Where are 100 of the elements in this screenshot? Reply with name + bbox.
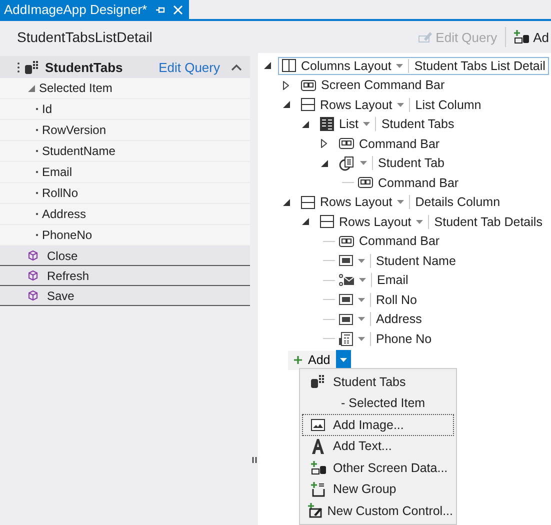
tree-node[interactable]: Student Name xyxy=(335,252,460,270)
data-group-row[interactable]: Selected Item xyxy=(0,78,250,99)
add-dropdown-button[interactable] xyxy=(336,350,352,370)
node-type-label: List xyxy=(339,117,358,132)
textbox-icon xyxy=(339,294,353,306)
rows-icon xyxy=(301,98,315,112)
data-source-header[interactable]: StudentTabs Edit Query xyxy=(0,56,250,78)
collection-icon xyxy=(25,60,40,74)
expand-icon[interactable] xyxy=(321,160,328,167)
node-name: Student Tabs List Detail xyxy=(414,58,546,73)
node-type-label: Command Bar xyxy=(378,176,459,190)
field-name: Email xyxy=(42,165,72,179)
node-name: Roll No xyxy=(376,292,417,307)
splitter-grip-icon[interactable] xyxy=(252,457,256,463)
dropdown-caret-icon[interactable] xyxy=(358,317,365,322)
command-bar-icon xyxy=(301,80,316,91)
method-name: Refresh xyxy=(47,268,90,282)
expand-icon[interactable] xyxy=(302,120,309,128)
dropdown-caret-icon[interactable] xyxy=(359,278,366,282)
edit-query-link[interactable]: Edit Query xyxy=(158,60,220,74)
pin-icon[interactable] xyxy=(155,4,166,14)
menu-item[interactable]: Add Image... xyxy=(302,414,454,436)
screen-title: StudentTabsListDetail xyxy=(17,29,152,45)
data-field-row[interactable]: Id xyxy=(0,99,250,120)
node-name: Details Column xyxy=(415,195,500,210)
menu-item[interactable]: Student Tabs xyxy=(302,371,454,392)
dropdown-caret-icon[interactable] xyxy=(397,102,404,107)
menu-item[interactable]: New Custom Control... xyxy=(302,500,454,522)
node-type-label: Command Bar xyxy=(359,234,440,248)
tree-node[interactable]: Screen Command Bar xyxy=(297,76,449,94)
node-type-label: Rows Layout xyxy=(339,214,412,229)
expand-icon[interactable] xyxy=(283,101,290,108)
data-field-row[interactable]: RowVersion xyxy=(0,120,250,141)
tree-node[interactable]: Rows Layout List Column xyxy=(297,96,486,114)
data-field-row[interactable]: StudentName xyxy=(0,141,250,162)
data-field-row[interactable]: RollNo xyxy=(0,183,250,204)
close-icon[interactable] xyxy=(173,4,184,14)
method-row[interactable]: Close xyxy=(0,246,250,266)
menu-item[interactable]: - Selected Item xyxy=(302,392,454,414)
data-field-row[interactable]: PhoneNo xyxy=(0,225,250,246)
group-label: Selected Item xyxy=(39,81,112,95)
node-name: List Column xyxy=(415,98,482,112)
tree-node[interactable]: List Student Tabs xyxy=(316,115,458,134)
add-data-icon xyxy=(310,460,326,475)
node-type-label: Screen Command Bar xyxy=(321,78,445,92)
method-row[interactable]: Save xyxy=(0,286,250,306)
node-name: Student Tab Details xyxy=(434,214,542,229)
dropdown-caret-icon[interactable] xyxy=(416,220,424,224)
expand-icon[interactable] xyxy=(283,198,290,206)
tree-node[interactable]: Rows Layout Student Tab Details xyxy=(316,212,546,231)
node-type-label: Columns Layout xyxy=(301,58,392,73)
data-field-row[interactable]: Email xyxy=(0,162,250,183)
document-tab[interactable]: AddImageApp Designer* xyxy=(0,0,190,19)
tree-node[interactable]: Columns Layout Student Tabs List Detail xyxy=(278,56,550,75)
expand-icon[interactable] xyxy=(264,62,271,70)
drag-handle-icon[interactable] xyxy=(17,62,20,72)
dropdown-caret-icon[interactable] xyxy=(397,200,404,204)
node-name: Email xyxy=(377,273,408,288)
add-custom-control-icon xyxy=(308,503,323,518)
dropdown-caret-icon[interactable] xyxy=(363,122,370,126)
rows-icon xyxy=(301,196,315,209)
method-name: Close xyxy=(47,248,78,262)
tree-node[interactable]: Command Bar xyxy=(335,134,444,153)
dropdown-caret-icon[interactable] xyxy=(360,161,367,166)
collapse-icon[interactable] xyxy=(231,64,242,70)
menu-item[interactable]: Other Screen Data... xyxy=(302,457,454,478)
add-data-button[interactable]: Ad xyxy=(512,28,551,46)
node-name: Student Tabs xyxy=(381,117,454,132)
method-row[interactable]: Refresh xyxy=(0,266,250,286)
node-name: Student Name xyxy=(376,254,456,268)
menu-item[interactable]: Add Text... xyxy=(302,436,454,457)
edit-icon xyxy=(416,30,433,44)
command-bar-icon xyxy=(358,177,373,188)
dropdown-caret-icon[interactable] xyxy=(358,298,365,302)
add-button[interactable]: Add xyxy=(288,350,336,370)
menu-item[interactable]: New Group xyxy=(302,478,454,500)
data-field-row[interactable]: Address xyxy=(0,204,250,225)
expand-icon[interactable] xyxy=(283,80,289,90)
caret-icon xyxy=(340,358,348,362)
tree-node[interactable]: Rows Layout Details Column xyxy=(297,193,504,212)
tree-node[interactable]: Email xyxy=(335,271,412,290)
tree-node[interactable]: Phone No xyxy=(335,330,436,348)
field-name: Address xyxy=(42,207,86,221)
field-name: RowVersion xyxy=(42,123,106,137)
tree-node[interactable]: Student Tab xyxy=(335,154,448,173)
expand-icon[interactable] xyxy=(302,218,309,226)
text-icon xyxy=(311,438,325,454)
tree-node[interactable]: Command Bar xyxy=(354,174,463,192)
add-data-icon xyxy=(514,30,530,44)
expand-icon[interactable] xyxy=(321,139,327,148)
node-type-label: Rows Layout xyxy=(320,98,392,112)
dropdown-caret-icon[interactable] xyxy=(358,258,365,263)
tree-node[interactable]: Roll No xyxy=(335,290,421,309)
dropdown-caret-icon[interactable] xyxy=(396,64,404,68)
dropdown-caret-icon[interactable] xyxy=(358,336,365,341)
field-name: PhoneNo xyxy=(42,228,92,242)
tree-node[interactable]: Address xyxy=(335,310,426,328)
textbox-icon xyxy=(339,314,353,325)
rows-icon xyxy=(320,215,334,228)
tree-node[interactable]: Command Bar xyxy=(335,232,444,250)
